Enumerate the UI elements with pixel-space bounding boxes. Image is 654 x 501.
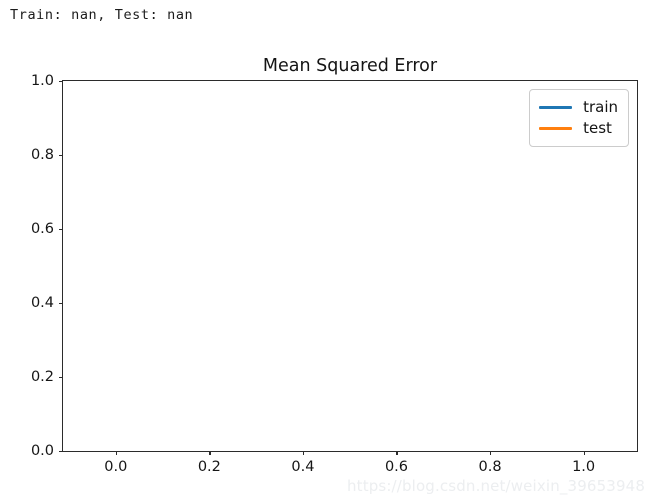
x-tick-mark xyxy=(490,451,492,455)
chart-title: Mean Squared Error xyxy=(262,56,438,76)
y-tick-label: 0.2 xyxy=(30,369,54,385)
y-tick-label: 0.8 xyxy=(30,147,54,163)
y-tick-label: 0.6 xyxy=(30,221,54,237)
legend-item-train[interactable]: train xyxy=(539,97,618,118)
x-tick-mark xyxy=(302,451,305,455)
legend-item-test[interactable]: test xyxy=(539,118,618,139)
y-tick-label: 1.0 xyxy=(30,73,54,89)
y-tick-mark xyxy=(59,229,63,231)
plot-axes: 0.0 0.2 0.4 0.6 0.8 1.0 0.0 0.2 0.4 0.6 … xyxy=(31,73,638,475)
legend-line-swatch-train xyxy=(539,106,573,109)
x-tick-mark xyxy=(115,451,118,455)
y-tick-label: 0.4 xyxy=(30,295,54,311)
y-tick-mark xyxy=(59,451,63,453)
y-tick-label: 0.0 xyxy=(30,443,54,459)
matplotlib-figure: Mean Squared Error 0.0 0.2 0.4 0.6 0.8 1… xyxy=(0,34,654,501)
y-tick-mark xyxy=(59,377,63,379)
x-tick-label: 1.0 xyxy=(572,459,596,475)
legend-line-swatch-test xyxy=(539,127,573,130)
x-tick-mark xyxy=(209,451,211,455)
console-output-line: Train: nan, Test: nan xyxy=(10,7,194,23)
x-tick-label: 0.6 xyxy=(384,459,409,475)
legend-label-test: test xyxy=(583,119,612,137)
legend-label-train: train xyxy=(583,98,618,116)
x-tick-label: 0.4 xyxy=(291,459,315,475)
y-tick-mark xyxy=(59,81,63,83)
x-tick-label: 0.2 xyxy=(197,459,221,475)
x-tick-mark xyxy=(583,451,585,455)
chart-legend[interactable]: train test xyxy=(529,89,629,147)
watermark-text: https://blog.csdn.net/weixin_39653948 xyxy=(347,477,646,495)
x-tick-label: 0.8 xyxy=(478,459,502,475)
x-tick-label: 0.0 xyxy=(104,459,128,475)
y-tick-mark xyxy=(59,303,63,305)
y-tick-mark xyxy=(59,155,63,157)
x-tick-mark xyxy=(396,451,398,455)
